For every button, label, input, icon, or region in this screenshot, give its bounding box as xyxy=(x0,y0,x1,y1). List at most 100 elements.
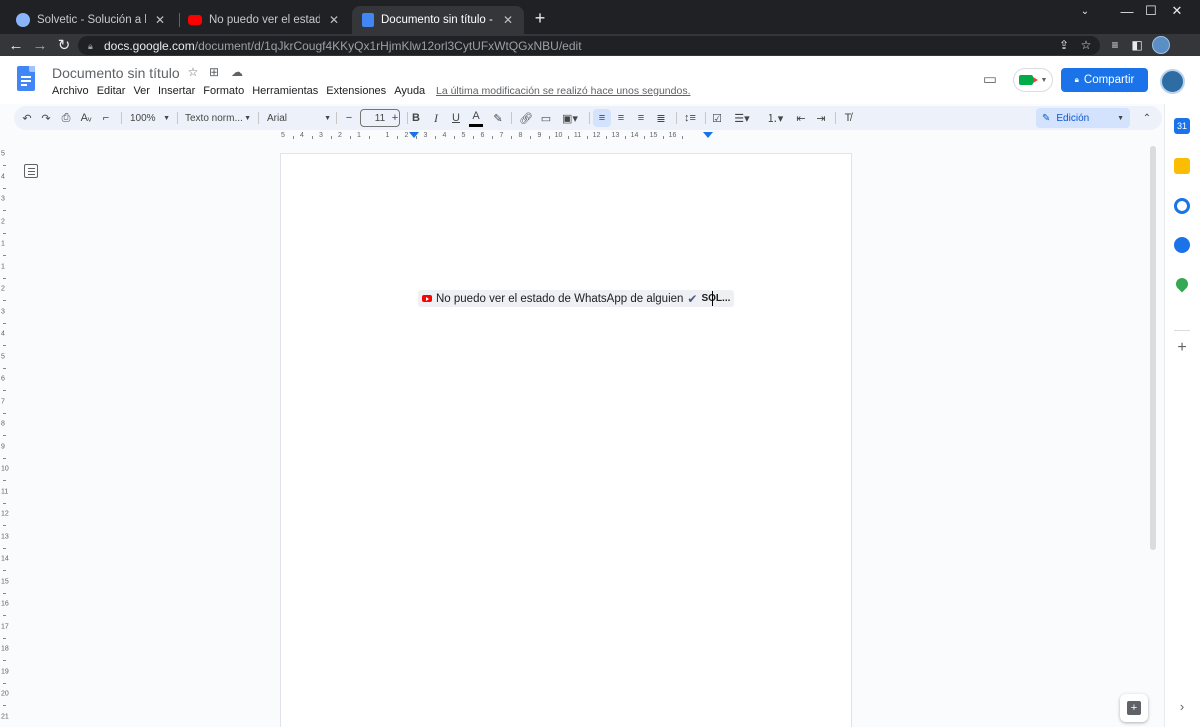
menu-extensiones[interactable]: Extensiones xyxy=(326,85,386,97)
ruler-label: 4 xyxy=(443,132,447,139)
document-outline-icon[interactable] xyxy=(24,164,38,178)
tab-google-docs[interactable]: Documento sin título - Documen ✕ xyxy=(352,6,524,34)
document-title[interactable]: Documento sin título xyxy=(52,65,180,81)
line-spacing-icon[interactable]: ↕≡ xyxy=(682,109,698,127)
menu-herramientas[interactable]: Herramientas xyxy=(252,85,318,97)
align-right-icon[interactable]: ≡ xyxy=(633,109,649,127)
chevron-right-icon[interactable]: › xyxy=(1174,698,1190,714)
ruler-tick xyxy=(3,660,6,661)
align-center-icon[interactable]: ≡ xyxy=(613,109,629,127)
document-page[interactable] xyxy=(280,153,852,727)
font-select[interactable]: Arial ▼ xyxy=(267,109,331,127)
insert-link-icon[interactable]: 🔗︎ xyxy=(518,109,534,127)
menu-formato[interactable]: Formato xyxy=(203,85,244,97)
browser-profile-avatar[interactable] xyxy=(1152,36,1170,54)
tab-youtube[interactable]: No puedo ver el estado de What ✕ xyxy=(178,6,350,34)
explore-button[interactable]: + xyxy=(1120,694,1148,722)
move-folder-icon[interactable]: ⊞ xyxy=(206,64,222,80)
menu-archivo[interactable]: Archivo xyxy=(52,85,89,97)
ruler-tick xyxy=(3,300,6,301)
comment-history-icon[interactable]: ▭ xyxy=(980,69,1000,89)
menu-ver[interactable]: Ver xyxy=(133,85,150,97)
share-page-icon[interactable]: ⇪ xyxy=(1055,36,1073,54)
google-docs-logo-icon[interactable] xyxy=(17,66,35,91)
youtube-link-chip[interactable]: No puedo ver el estado de WhatsApp de al… xyxy=(418,290,734,307)
contacts-icon[interactable] xyxy=(1174,237,1190,253)
paragraph-style-select[interactable]: Texto norm... ▼ xyxy=(185,109,251,127)
address-bar[interactable]: 🔒︎ docs.google.com /document/d/1qJkrCoug… xyxy=(78,36,1100,55)
keep-icon[interactable] xyxy=(1174,158,1190,174)
increase-indent-icon[interactable]: ⇥ xyxy=(813,109,829,127)
close-window-button[interactable]: ✕ xyxy=(1154,0,1200,22)
horizontal-ruler[interactable]: 5432112345678910111213141516 xyxy=(280,132,852,142)
maps-icon[interactable] xyxy=(1174,276,1191,293)
close-icon[interactable]: ✕ xyxy=(326,13,342,27)
add-addon-icon[interactable]: + xyxy=(1174,340,1190,356)
left-indent-marker[interactable] xyxy=(409,132,419,138)
share-button[interactable]: 🔒︎ Compartir xyxy=(1061,68,1148,92)
meet-button[interactable]: ▼ xyxy=(1013,68,1053,92)
clear-formatting-icon[interactable]: T̸ xyxy=(840,109,856,127)
ruler-label: 4 xyxy=(1,173,5,180)
calendar-icon[interactable]: 31 xyxy=(1174,118,1190,134)
cloud-saved-icon[interactable]: ☁ xyxy=(229,64,245,80)
menu-insertar[interactable]: Insertar xyxy=(158,85,195,97)
paint-format-icon[interactable]: ⌐ xyxy=(99,109,113,127)
vertical-scrollbar[interactable] xyxy=(1150,146,1156,550)
tab-solvetic[interactable]: Solvetic - Solución a los problem ✕ xyxy=(6,6,176,34)
forward-arrow-icon[interactable]: → xyxy=(30,35,50,55)
close-icon[interactable]: ✕ xyxy=(500,13,516,27)
decrease-font-size-button[interactable]: − xyxy=(342,109,356,127)
chevron-down-icon[interactable]: ⌄ xyxy=(1062,0,1108,22)
italic-button[interactable]: I xyxy=(429,109,443,127)
tasks-icon[interactable] xyxy=(1174,198,1190,214)
caret-down-icon: ▼ xyxy=(163,115,170,122)
last-edit-link[interactable]: La última modificación se realizó hace u… xyxy=(436,85,690,97)
insert-image-icon[interactable]: ▣▾ xyxy=(558,109,582,127)
decrease-indent-icon[interactable]: ⇤ xyxy=(793,109,809,127)
reading-list-icon[interactable]: ≡ xyxy=(1106,36,1124,54)
ruler-tick xyxy=(3,323,6,324)
pencil-icon: ✎ xyxy=(1042,113,1050,124)
align-left-icon[interactable]: ≡ xyxy=(593,109,611,127)
bulleted-list-icon[interactable]: ☰▾ xyxy=(729,109,755,127)
spellcheck-icon[interactable]: Aᵥ xyxy=(79,109,93,127)
redo-icon[interactable]: ↷ xyxy=(39,109,53,127)
lock-icon: 🔒︎ xyxy=(1075,75,1079,85)
ruler-label: 16 xyxy=(1,601,9,608)
zoom-select[interactable]: 100% ▼ xyxy=(130,109,170,127)
bold-button[interactable]: B xyxy=(409,109,423,127)
ruler-label: 1 xyxy=(357,132,361,139)
star-icon[interactable]: ☆ xyxy=(185,64,201,80)
ruler-tick xyxy=(3,345,6,346)
account-avatar[interactable] xyxy=(1160,69,1185,94)
ruler-label: 15 xyxy=(650,132,658,139)
checkmark-icon: ✔ xyxy=(687,292,697,306)
menu-editar[interactable]: Editar xyxy=(97,85,126,97)
reload-icon[interactable]: ↻ xyxy=(54,35,74,55)
numbered-list-icon[interactable]: ⒈▾ xyxy=(761,109,789,127)
editing-mode-select[interactable]: ✎ Edición ▼ xyxy=(1036,108,1130,128)
new-tab-button[interactable]: + xyxy=(530,9,550,29)
menu-ayuda[interactable]: Ayuda xyxy=(394,85,425,97)
checklist-icon[interactable]: ☑ xyxy=(709,109,725,127)
vertical-ruler[interactable]: 54321123456789101112131415161718192021 xyxy=(0,146,10,721)
ruler-label: 15 xyxy=(1,578,9,585)
close-icon[interactable]: ✕ xyxy=(152,13,168,27)
back-arrow-icon[interactable]: ← xyxy=(6,35,26,55)
side-panel-icon[interactable]: ◧ xyxy=(1128,36,1146,54)
add-comment-icon[interactable]: ▭ xyxy=(538,109,554,127)
increase-font-size-button[interactable]: + xyxy=(388,109,402,127)
ruler-label: 21 xyxy=(1,713,9,720)
highlight-pen-icon[interactable]: ✎ xyxy=(491,109,505,127)
bookmark-star-icon[interactable]: ☆ xyxy=(1077,36,1095,54)
justify-icon[interactable]: ≣ xyxy=(653,109,669,127)
collapse-menus-icon[interactable]: ⌃ xyxy=(1140,111,1154,125)
undo-icon[interactable]: ↶ xyxy=(20,109,34,127)
ruler-label: 4 xyxy=(300,132,304,139)
text-color-button[interactable]: A xyxy=(468,108,484,128)
ruler-label: 3 xyxy=(319,132,323,139)
underline-button[interactable]: U xyxy=(449,109,463,127)
right-indent-marker[interactable] xyxy=(703,132,713,138)
print-icon[interactable]: ⎙ xyxy=(59,109,73,127)
